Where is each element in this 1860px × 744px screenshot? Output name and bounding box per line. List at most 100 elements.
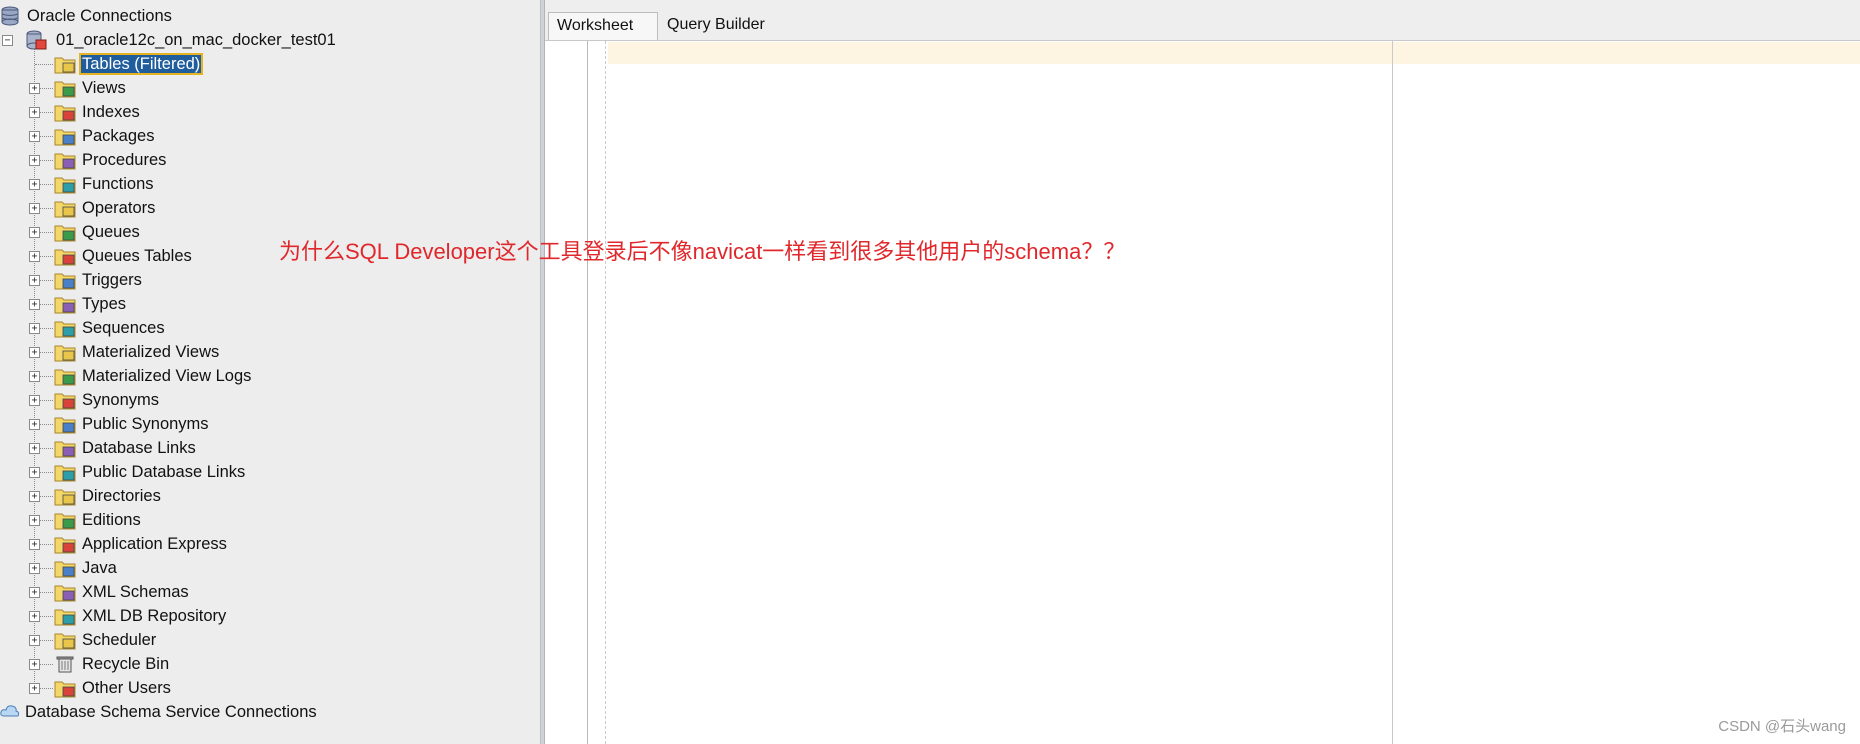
tree-item-label: XML Schemas — [82, 583, 189, 601]
materialized-views-folder-icon — [54, 345, 76, 362]
gutter-fold-line — [605, 41, 606, 744]
current-line-highlight — [608, 42, 1860, 64]
tree-item-label: Materialized Views — [82, 343, 220, 361]
database-icon — [1, 6, 19, 26]
tree-item-label: Java — [82, 559, 117, 577]
other-users-folder-icon — [54, 681, 76, 698]
public-database-links-folder-icon — [54, 465, 76, 482]
tree-item[interactable]: Materialized Views — [0, 340, 221, 364]
operators-folder-icon — [54, 201, 76, 218]
tree-item-label: Public Synonyms — [82, 415, 209, 433]
sequences-folder-icon — [54, 321, 76, 338]
tree-item[interactable]: Functions — [0, 172, 156, 196]
tree-item[interactable]: Queues Tables — [0, 244, 194, 268]
tree-item-label: Procedures — [82, 151, 167, 169]
tree-item-label: Other Users — [82, 679, 171, 697]
tree-item-label: Materialized View Logs — [82, 367, 252, 385]
tree-item-label: Application Express — [82, 535, 227, 553]
tree-item[interactable]: Other Users — [0, 676, 173, 700]
tree-item-label: Queues — [82, 223, 140, 241]
public-synonyms-folder-icon — [54, 417, 76, 434]
watermark: CSDN @石头wang — [1718, 718, 1846, 735]
gutter-border — [587, 41, 588, 744]
tree-connection-node[interactable]: 01_oracle12c_on_mac_docker_test01 — [0, 28, 338, 52]
functions-folder-icon — [54, 177, 76, 194]
right-margin-line — [1392, 41, 1393, 744]
tree-item-label: Views — [82, 79, 126, 97]
xml-db-repository-folder-icon — [54, 609, 76, 626]
schema-service-label: Database Schema Service Connections — [25, 703, 317, 721]
tree-item-label: Tables (Filtered) — [78, 53, 204, 75]
tree-item-label: Public Database Links — [82, 463, 246, 481]
tree-item[interactable]: Procedures — [0, 148, 168, 172]
tree-item[interactable]: Types — [0, 292, 128, 316]
tree-item[interactable]: Queues — [0, 220, 142, 244]
tables-folder-icon — [54, 57, 76, 74]
tree-item[interactable]: Editions — [0, 508, 143, 532]
tree-item[interactable]: Materialized View Logs — [0, 364, 253, 388]
tree-item[interactable]: XML DB Repository — [0, 604, 228, 628]
views-folder-icon — [54, 81, 76, 98]
sql-worksheet-editor[interactable] — [545, 41, 1860, 744]
database-links-folder-icon — [54, 441, 76, 458]
tree-item-label: Packages — [82, 127, 155, 145]
connection-label: 01_oracle12c_on_mac_docker_test01 — [56, 31, 336, 49]
tree-item-label: Recycle Bin — [82, 655, 170, 673]
tree-root-label: Oracle Connections — [27, 7, 172, 25]
tree-item[interactable]: Java — [0, 556, 119, 580]
indexes-folder-icon — [54, 105, 76, 122]
tree-schema-service-connections[interactable]: Database Schema Service Connections — [0, 700, 319, 724]
tree-item[interactable]: Public Database Links — [0, 460, 247, 484]
tree-item[interactable]: Views — [0, 76, 128, 100]
tree-item-label: Sequences — [82, 319, 165, 337]
tree-item-label: Types — [82, 295, 127, 313]
connections-tree-panel: Oracle Connections − 01_oracle12c_on_mac… — [0, 0, 540, 744]
tree-item[interactable]: Synonyms — [0, 388, 161, 412]
tree-root-oracle-connections[interactable]: Oracle Connections — [0, 4, 174, 28]
tab-worksheet[interactable]: Worksheet — [548, 12, 658, 40]
tree-item-label: Editions — [82, 511, 141, 529]
tree-item[interactable]: Recycle Bin — [0, 652, 171, 676]
tree-item[interactable]: Application Express — [0, 532, 229, 556]
recycle-bin-icon — [56, 656, 74, 673]
tree-item[interactable]: Operators — [0, 196, 157, 220]
packages-folder-icon — [54, 129, 76, 146]
tree-item-label: Operators — [82, 199, 156, 217]
tree-item-label: Triggers — [82, 271, 142, 289]
annotation-text: 为什么SQL Developer这个工具登录后不像navicat一样看到很多其他… — [279, 239, 1126, 264]
connection-icon — [26, 30, 47, 50]
tree-item-label: Scheduler — [82, 631, 157, 649]
tree-item[interactable]: Triggers — [0, 268, 144, 292]
scheduler-folder-icon — [54, 633, 76, 650]
synonyms-folder-icon — [54, 393, 76, 410]
queues-folder-icon — [54, 225, 76, 242]
xml-schemas-folder-icon — [54, 585, 76, 602]
materialized-view-logs-folder-icon — [54, 369, 76, 386]
application-express-folder-icon — [54, 537, 76, 554]
tree-item[interactable]: XML Schemas — [0, 580, 191, 604]
directories-folder-icon — [54, 489, 76, 506]
editor-tab-bar: Worksheet Query Builder — [545, 0, 1860, 41]
tree-item-label: Directories — [82, 487, 161, 505]
types-folder-icon — [54, 297, 76, 314]
tree-item-label: Functions — [82, 175, 154, 193]
tree-item[interactable]: Directories — [0, 484, 163, 508]
tree-item-label: Indexes — [82, 103, 140, 121]
tree-item[interactable]: Packages — [0, 124, 156, 148]
tree-item[interactable]: Indexes — [0, 100, 142, 124]
tab-query-builder[interactable]: Query Builder — [659, 12, 773, 40]
tree-item[interactable]: Public Synonyms — [0, 412, 211, 436]
tree-item-label: Database Links — [82, 439, 196, 457]
tree-item[interactable]: Scheduler — [0, 628, 158, 652]
tree-item-label: Queues Tables — [82, 247, 192, 265]
cloud-icon — [0, 705, 20, 717]
tree-item-label: XML DB Repository — [82, 607, 227, 625]
tree-item[interactable]: Sequences — [0, 316, 167, 340]
tree-item[interactable]: Tables (Filtered) — [0, 52, 204, 76]
tree-item[interactable]: Database Links — [0, 436, 198, 460]
queues-tables-folder-icon — [54, 249, 76, 266]
procedures-folder-icon — [54, 153, 76, 170]
java-folder-icon — [54, 561, 76, 578]
tree-item-label: Synonyms — [82, 391, 160, 409]
triggers-folder-icon — [54, 273, 76, 290]
